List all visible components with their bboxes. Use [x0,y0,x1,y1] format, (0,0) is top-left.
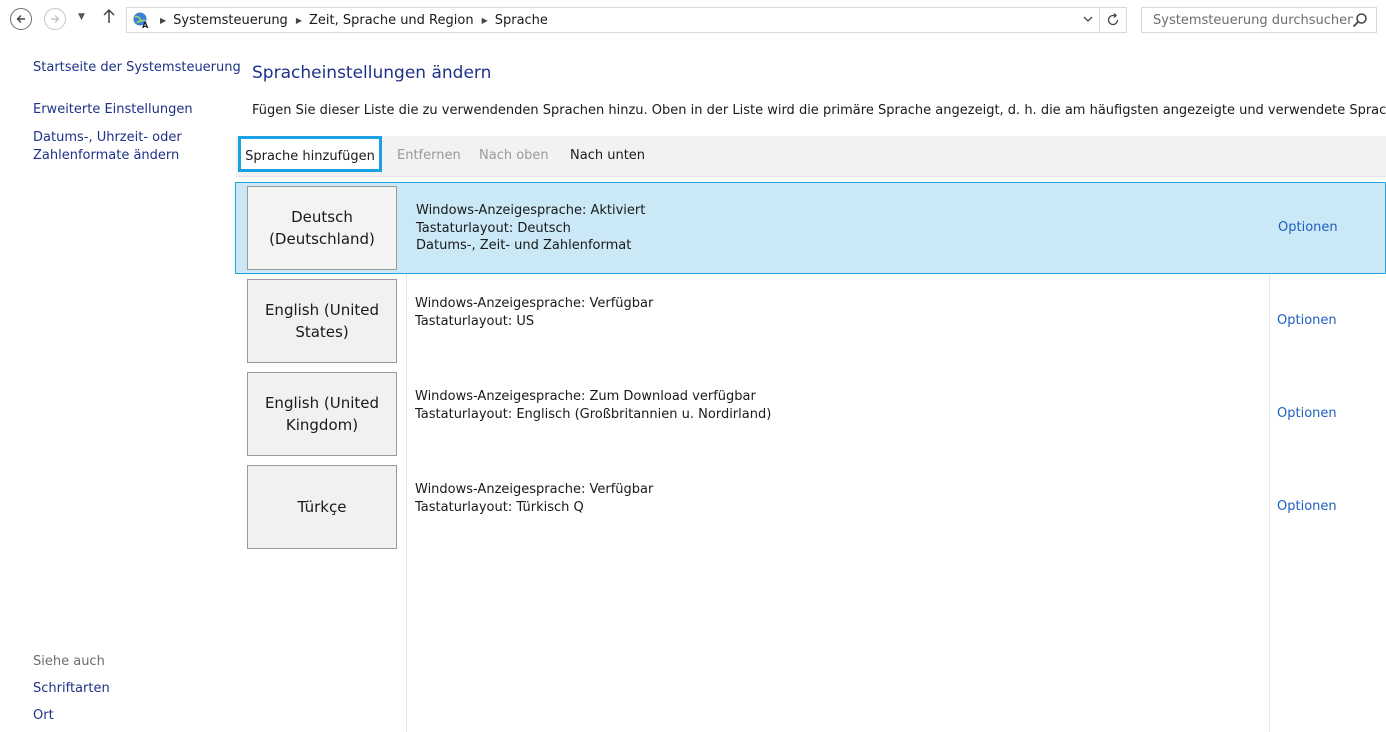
add-language-button[interactable]: Sprache hinzufügen [238,136,382,172]
breadcrumb-sprache[interactable]: Sprache [495,13,548,28]
move-down-button[interactable]: Nach unten [570,136,645,176]
language-tile[interactable]: English (United Kingdom) [247,372,397,456]
language-row-deutsch[interactable]: Deutsch (Deutschland) Windows-Anzeigespr… [235,182,1386,274]
back-arrow-icon [16,15,25,23]
up-arrow-icon[interactable] [102,8,116,28]
keyboard-layout: Tastaturlayout: Englisch (Großbritannien… [415,406,772,422]
display-language-status: Windows-Anzeigesprache: Verfügbar [415,482,654,497]
search-input[interactable] [1151,11,1355,29]
see-also-heading: Siehe auch [33,654,105,669]
language-list: Deutsch (Deutschland) Windows-Anzeigespr… [235,182,1386,732]
options-link[interactable]: Optionen [1278,183,1338,275]
language-globe-icon: A [130,11,152,29]
breadcrumb-systemsteuerung[interactable]: Systemsteuerung [173,13,288,28]
language-details: Windows-Anzeigesprache: Zum Download ver… [415,388,771,423]
language-row-english-uk[interactable]: English (United Kingdom) Windows-Anzeige… [235,368,1386,460]
navigation-bar: ▼ A ▶ Systemsteuerung ▶ Zeit, Sprache un… [0,0,1386,40]
display-language-status: Windows-Anzeigesprache: Zum Download ver… [415,389,756,404]
remove-button[interactable]: Entfernen [397,136,461,176]
see-also-link-fonts[interactable]: Schriftarten [33,681,110,696]
recent-locations-chevron-icon[interactable]: ▼ [78,12,85,22]
options-link[interactable]: Optionen [1277,368,1337,460]
breadcrumb-separator-icon: ▶ [295,15,302,25]
svg-text:A: A [142,21,149,29]
sidebar-link-advanced-settings[interactable]: Erweiterte Einstellungen [33,102,193,117]
sidebar-link-date-time-formats[interactable]: Datums-, Uhrzeit- oder Zahlenformate änd… [33,129,213,165]
language-toolbar: Sprache hinzufügen Entfernen Nach oben N… [236,136,1386,177]
language-details: Windows-Anzeigesprache: Verfügbar Tastat… [415,295,653,330]
refresh-icon[interactable] [1099,8,1126,32]
language-row-english-us[interactable]: English (United States) Windows-Anzeiges… [235,275,1386,367]
language-tile[interactable]: English (United States) [247,279,397,363]
display-language-status: Windows-Anzeigesprache: Verfügbar [415,296,654,311]
see-also-link-location[interactable]: Ort [33,708,54,723]
options-link[interactable]: Optionen [1277,461,1337,553]
address-dropdown-chevron-icon[interactable] [1077,15,1099,26]
move-up-button[interactable]: Nach oben [479,136,549,176]
search-box[interactable] [1141,7,1377,33]
forward-arrow-icon [51,15,60,23]
language-details: Windows-Anzeigesprache: Aktiviert Tastat… [416,202,645,255]
format-info: Datums-, Zeit- und Zahlenformat [416,238,632,253]
display-language-status: Windows-Anzeigesprache: Aktiviert [416,203,646,218]
sidebar-link-home[interactable]: Startseite der Systemsteuerung [33,60,241,75]
options-link[interactable]: Optionen [1277,275,1337,367]
breadcrumb-separator-icon: ▶ [481,15,488,25]
back-button[interactable] [10,8,32,30]
search-icon[interactable] [1352,12,1368,32]
keyboard-layout: Tastaturlayout: US [415,313,535,329]
breadcrumb-zeit-sprache-region[interactable]: Zeit, Sprache und Region [309,13,474,28]
page-title: Spracheinstellungen ändern [252,63,492,83]
language-tile[interactable]: Deutsch (Deutschland) [247,186,397,270]
language-details: Windows-Anzeigesprache: Verfügbar Tastat… [415,481,653,516]
language-row-tuerkce[interactable]: Türkçe Windows-Anzeigesprache: Verfügbar… [235,461,1386,553]
forward-button[interactable] [44,8,66,30]
breadcrumb-separator-icon: ▶ [160,15,167,25]
page-description: Fügen Sie dieser Liste die zu verwendend… [252,103,1386,118]
keyboard-layout: Tastaturlayout: Türkisch Q [415,499,584,515]
address-bar[interactable]: A ▶ Systemsteuerung ▶ Zeit, Sprache und … [126,7,1127,33]
keyboard-layout: Tastaturlayout: Deutsch [416,220,571,236]
language-tile[interactable]: Türkçe [247,465,397,549]
